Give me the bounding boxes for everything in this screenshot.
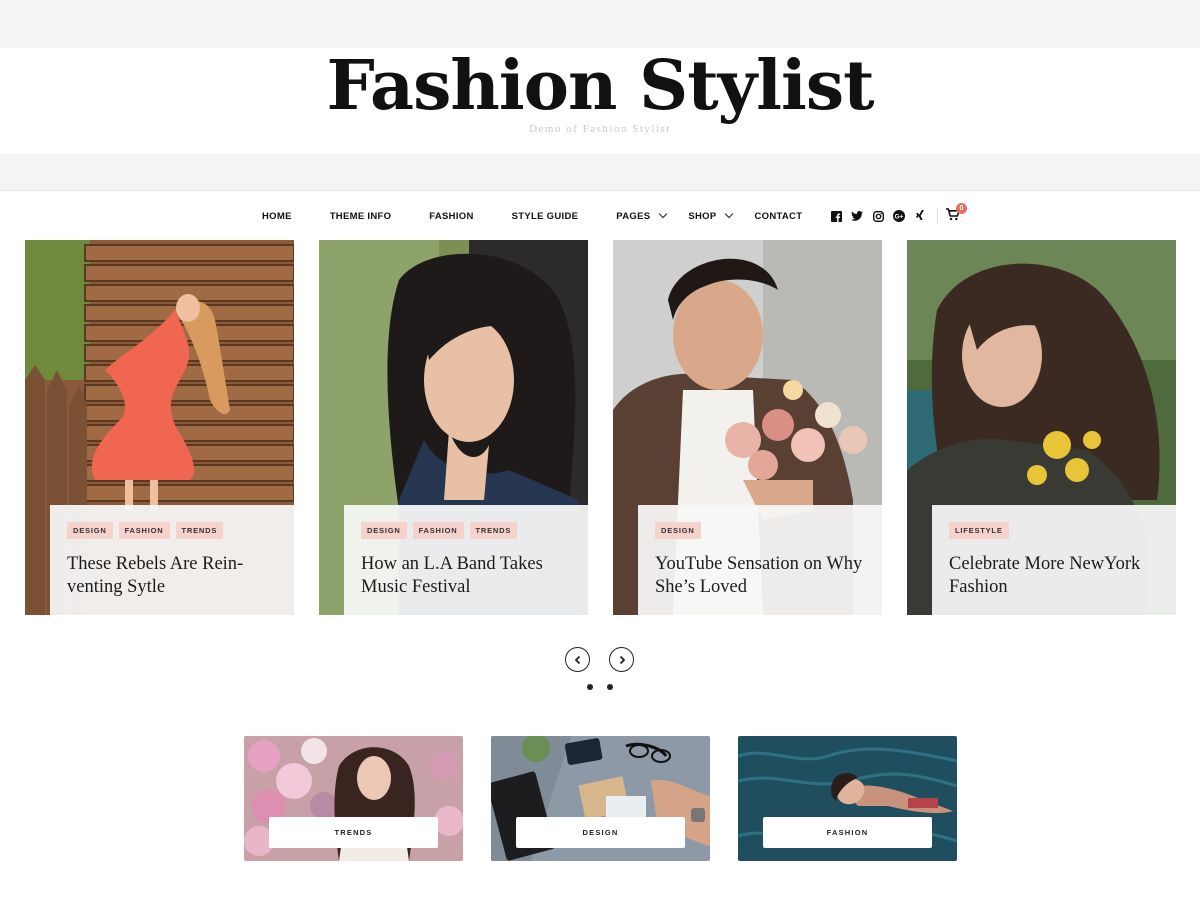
nav-item-style-guide[interactable]: STYLE GUIDE (512, 211, 579, 222)
slide-card: DESIGN FASHION TRENDS These Rebels Are R… (50, 505, 294, 615)
chevron-right-icon (619, 655, 625, 664)
slide-title[interactable]: Celebrate More NewYork Fashion (949, 553, 1160, 599)
category-label: TRENDS (269, 817, 438, 848)
slide-title[interactable]: How an L.A Band Takes Music Festival (361, 553, 572, 599)
nav-item-label: CONTACT (754, 210, 803, 222)
slide-title[interactable]: YouTube Sensation on Why She’s Loved (655, 553, 866, 599)
facebook-icon[interactable] (828, 208, 844, 224)
nav-item-label: FASHION (429, 210, 474, 222)
slide-2[interactable]: DESIGN FASHION TRENDS How an L.A Band Ta… (319, 240, 588, 615)
instagram-icon[interactable] (870, 208, 886, 224)
slide-title[interactable]: These Rebels Are Rein-venting Sytle (67, 553, 278, 599)
slide-1[interactable]: DESIGN FASHION TRENDS These Rebels Are R… (25, 240, 294, 615)
nav-item-pages[interactable]: PAGES (616, 209, 668, 222)
site-tagline: Demo of Fashion Stylist (529, 123, 671, 135)
category-section: TRENDS DESIGN FASHION (244, 736, 957, 861)
tag-list: DESIGN FASHION TRENDS (67, 522, 278, 539)
slide-card: DESIGN FASHION TRENDS How an L.A Band Ta… (344, 505, 588, 615)
nav-item-label: SHOP (688, 210, 717, 222)
prev-slide-button[interactable] (565, 647, 590, 672)
category-card-trends[interactable]: TRENDS (244, 736, 463, 861)
main-area: HOME THEME INFO FASHION STYLE GUIDE PAGE… (0, 190, 1200, 900)
svg-text:G+: G+ (895, 213, 904, 220)
tag-list: DESIGN FASHION TRENDS (361, 522, 572, 539)
tag-fashion[interactable]: FASHION (412, 522, 464, 539)
next-slide-button[interactable] (609, 647, 634, 672)
tag-trends[interactable]: TRENDS (175, 522, 224, 539)
pagination-dot[interactable] (607, 684, 613, 690)
nav-item-home[interactable]: HOME (262, 211, 292, 222)
category-label: DESIGN (516, 817, 685, 848)
slide-3[interactable]: DESIGN YouTube Sensation on Why She’s Lo… (613, 240, 882, 615)
category-card-design[interactable]: DESIGN (491, 736, 710, 861)
slide-card: DESIGN YouTube Sensation on Why She’s Lo… (638, 505, 882, 615)
nav-item-contact[interactable]: CONTACT (754, 211, 802, 222)
slider-arrows (565, 647, 634, 672)
tag-design[interactable]: DESIGN (655, 522, 701, 539)
twitter-icon[interactable] (849, 208, 865, 224)
slider-pagination (587, 684, 613, 690)
tag-design[interactable]: DESIGN (361, 522, 407, 539)
nav-item-label: THEME INFO (329, 210, 392, 222)
slide-4[interactable]: LIFESTYLE Celebrate More NewYork Fashion (907, 240, 1176, 615)
category-label: FASHION (763, 817, 932, 848)
site-title[interactable]: Fashion Stylist (0, 46, 1200, 126)
social-divider (937, 209, 938, 223)
chevron-left-icon (574, 655, 580, 664)
nav-item-label: STYLE GUIDE (511, 210, 579, 222)
tag-list: LIFESTYLE (949, 522, 1160, 539)
social-links: G+ 0 (828, 203, 967, 224)
category-card-fashion[interactable]: FASHION (738, 736, 957, 861)
tag-lifestyle[interactable]: LIFESTYLE (949, 522, 1009, 539)
tag-design[interactable]: DESIGN (67, 522, 113, 539)
primary-navigation: HOME THEME INFO FASHION STYLE GUIDE PAGE… (262, 209, 802, 223)
nav-item-label: HOME (262, 210, 292, 222)
tag-trends[interactable]: TRENDS (469, 522, 518, 539)
chevron-down-icon (725, 209, 734, 219)
nav-item-fashion[interactable]: FASHION (429, 211, 473, 222)
cart-count-badge: 0 (956, 203, 967, 214)
nav-item-shop[interactable]: SHOP (688, 209, 734, 222)
featured-slider: DESIGN FASHION TRENDS These Rebels Are R… (25, 240, 1176, 615)
xing-icon[interactable] (912, 208, 928, 224)
nav-item-label: PAGES (616, 210, 651, 222)
chevron-down-icon (659, 209, 668, 219)
cart-button[interactable]: 0 (946, 203, 967, 224)
pagination-dot[interactable] (587, 684, 593, 690)
tag-list: DESIGN (655, 522, 866, 539)
nav-item-theme-info[interactable]: THEME INFO (330, 211, 392, 222)
tag-fashion[interactable]: FASHION (118, 522, 170, 539)
google-plus-icon[interactable]: G+ (891, 208, 907, 224)
slide-card: LIFESTYLE Celebrate More NewYork Fashion (932, 505, 1176, 615)
